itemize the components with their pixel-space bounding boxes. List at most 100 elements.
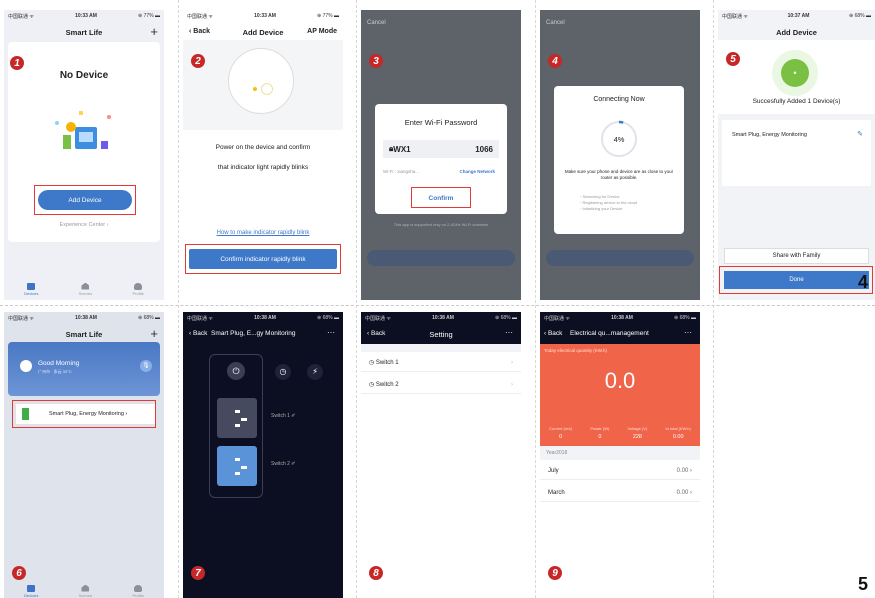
status-time: 10:38 AM [75, 315, 97, 321]
weather-text: 广州市 · 多云 30°C [38, 369, 72, 374]
progress-percent: 4% [613, 135, 625, 144]
metrics-row: Current (mA) 0 Power (W) 0 Voltage (V) 228 … [540, 426, 700, 440]
page-number: 5 [858, 574, 869, 594]
connect-steps: ◦ Searching for Device ◦ Registering dev… [580, 194, 637, 212]
indicator-light-icon [253, 87, 257, 91]
devices-illustration [49, 105, 119, 165]
clock-icon: ◷ [369, 360, 376, 366]
device-name: Smart Plug, Energy Monitoring [732, 132, 807, 138]
phone-device-panel: 中国联通 ᯤ 10:38 AM ⊕ 68% ▬ ‹ Back Smart Plu… [183, 312, 343, 598]
scenes-icon [81, 282, 90, 290]
socket-pin-icon [235, 424, 240, 427]
battery-text: ⊕ 68% ▬ [138, 315, 160, 321]
more-icon[interactable]: ··· [327, 328, 335, 337]
cancel-button[interactable]: Cancel [367, 20, 386, 26]
tab-devices[interactable]: Devices [24, 584, 39, 598]
profile-icon [134, 282, 143, 290]
phone-settings: 中国联通 ᯤ 10:38 AM ⊕ 68% ▬ ‹ Back Setting ·… [361, 312, 521, 598]
share-family-button[interactable]: Share with Family [724, 248, 869, 264]
add-plus-icon[interactable]: + [150, 24, 158, 39]
page-title: Electrical qu...management [570, 330, 649, 337]
status-time: 10:38 AM [611, 315, 633, 321]
column-divider [535, 0, 536, 598]
setting-item-switch-2[interactable]: ◷ Switch 2 › [361, 376, 521, 394]
month-value: 0.00 › [676, 489, 692, 496]
step-badge: 4 [548, 54, 562, 68]
switch-1-label[interactable]: Switch 1 ✐ [271, 413, 295, 419]
carrier-text: 中国联通 ᯤ [8, 14, 34, 20]
socket-switch-2[interactable] [217, 446, 257, 486]
column-divider [178, 0, 179, 598]
more-icon[interactable]: ··· [505, 328, 513, 337]
carrier-text: 中国联通 ᯤ [722, 14, 748, 20]
metric-power: Power (W) 0 [590, 426, 609, 440]
status-bar: 中国联通 ᯤ 10:38 AM ⊕ 68% ▬ [8, 315, 160, 323]
phone-added-success: 中国联通 ᯤ 10:37 AM ⊕ 68% ▬ Add Device 5 • S… [718, 10, 875, 300]
switch-2-label[interactable]: Switch 2 ✐ [271, 461, 295, 467]
timer-icon[interactable]: ◷ [275, 364, 291, 380]
battery-text: ⊕ 68% ▬ [674, 315, 696, 321]
connect-step: ◦ Initializing your Device [580, 206, 623, 211]
devices-icon [27, 584, 36, 592]
battery-text: ⊕ 68% ▬ [849, 13, 871, 19]
more-icon[interactable]: ··· [684, 328, 692, 337]
dimmed-button [367, 250, 515, 266]
column-divider [356, 0, 357, 598]
highlight-box [12, 400, 156, 428]
tab-bar: Devices Scenes Profile [4, 580, 164, 598]
metric-label: Current (mA) [549, 426, 573, 431]
microphone-icon[interactable]: 🎙︎ [140, 360, 152, 372]
page-title: Smart Plug, E...gy Monitoring [211, 330, 296, 337]
tab-label: Devices [24, 592, 39, 598]
device-avatar: • [772, 50, 818, 96]
step-badge: 8 [369, 566, 383, 580]
success-message: Succesfully Added 1 Device(s) [752, 98, 841, 105]
metric-value: 228 [632, 434, 642, 440]
socket-pin-icon [235, 472, 240, 475]
power-button[interactable]: ⏻ [227, 362, 245, 380]
add-plus-icon[interactable]: + [150, 326, 158, 341]
step-badge: 9 [548, 566, 562, 580]
step-text: Searching for Device [582, 194, 620, 199]
highlight-box [185, 244, 341, 274]
dialog-title: Enter Wi-Fi Password [404, 118, 478, 127]
month-row-july[interactable]: July 0.00 › [540, 462, 700, 480]
wifi-label: Wi-Fi : xiangsha... [383, 169, 420, 174]
section-gap [361, 344, 521, 352]
help-link[interactable]: How to make indicator rapidly blink [183, 230, 343, 236]
today-value: 0.0 [604, 368, 636, 393]
tab-scenes[interactable]: Scenes [79, 584, 92, 598]
month-row-march[interactable]: March 0.00 › [540, 484, 700, 502]
tab-label: Scenes [78, 290, 93, 296]
change-network-link[interactable]: Change Network [459, 169, 495, 174]
highlight-box [719, 266, 873, 294]
metric-voltage: Voltage (V) 228 [628, 426, 648, 440]
energy-bolt-icon[interactable]: ⚡︎ [307, 364, 323, 380]
phone-add-device: 中国联通 ᯤ 10:33 AM ⊕ 77% ▬ ‹ Back Add Devic… [183, 10, 343, 300]
month-name: March [548, 489, 565, 496]
step-badge: 6 [12, 566, 26, 580]
phone-home-with-device: 中国联通 ᯤ 10:38 AM ⊕ 68% ▬ Smart Life + Goo… [4, 312, 164, 598]
back-button[interactable]: ‹ Back [189, 330, 207, 337]
tab-devices[interactable]: Devices [24, 282, 38, 296]
ap-mode-button[interactable]: AP Mode [307, 28, 337, 35]
wifi-password-field[interactable]: 🔒︎ WX1 1066 [383, 140, 499, 158]
edit-pencil-icon[interactable]: ✎ [857, 130, 863, 138]
status-bar: 中国联通 ᯤ 10:38 AM ⊕ 68% ▬ [365, 315, 517, 323]
today-label: Today electrical quantity (KW.h) [544, 348, 608, 353]
page-title: Smart Life [65, 330, 103, 339]
back-button[interactable]: ‹ Back [544, 330, 562, 337]
scenes-icon [81, 584, 90, 592]
cancel-button[interactable]: Cancel [546, 20, 565, 26]
year-header: Year2018 [540, 446, 700, 460]
experience-center-link[interactable]: Experience Center › [4, 222, 164, 228]
metric-total: In total (KW.h) 0.00 [666, 426, 691, 440]
socket-switch-1[interactable] [217, 398, 257, 438]
tab-profile[interactable]: Profile [132, 282, 144, 296]
instruction-line-2: that indicator light rapidly blinks [217, 164, 309, 171]
tab-profile[interactable]: Profile [132, 584, 144, 598]
step-badge: 1 [10, 56, 24, 70]
plug-icon: • [781, 59, 809, 87]
setting-item-switch-1[interactable]: ◷ Switch 1 › [361, 354, 521, 372]
tab-scenes[interactable]: Scenes [78, 282, 93, 296]
